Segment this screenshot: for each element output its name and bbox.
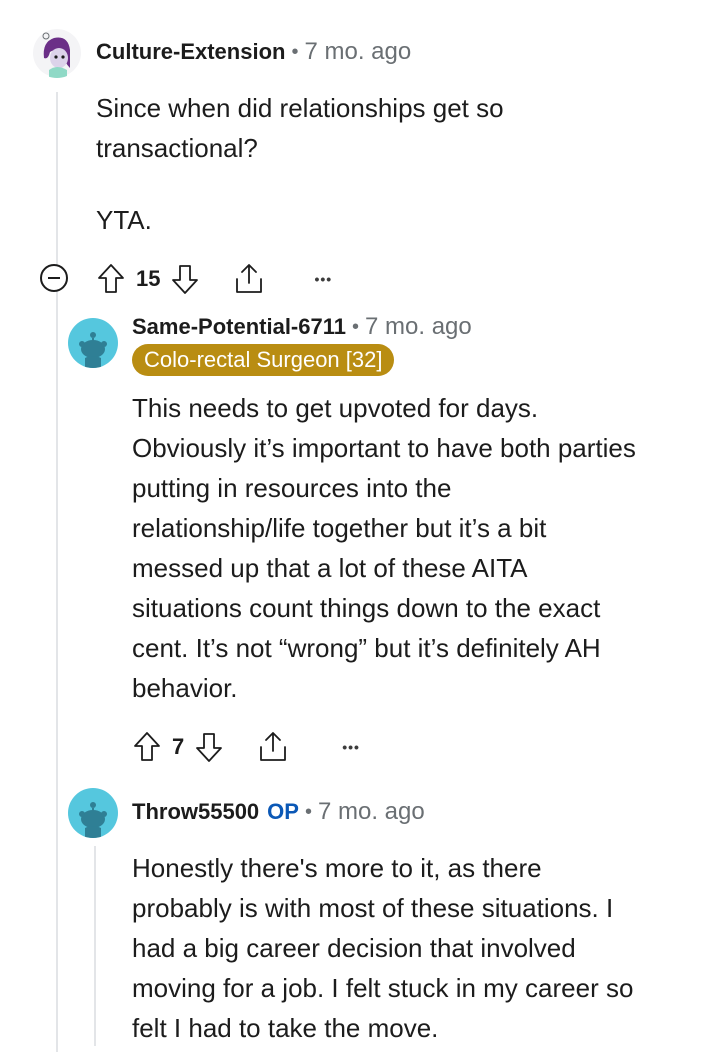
thread-line-reply [94, 846, 96, 1046]
comment-header: Culture-Extension • 7 mo. ago [96, 36, 411, 68]
timestamp[interactable]: 7 mo. ago [365, 313, 472, 341]
user-flair: Colo-rectal Surgeon [32] [132, 344, 395, 376]
downvote-icon[interactable] [170, 262, 200, 296]
comment-actions: 7 ••• [132, 728, 360, 766]
avatar[interactable] [32, 28, 82, 78]
comment-body: Honestly there's more to it, as there pr… [132, 853, 634, 1043]
user-avatar-icon [33, 29, 81, 78]
comment-body: This needs to get upvoted for days. Obvi… [132, 393, 636, 703]
downvote-icon[interactable] [194, 730, 224, 764]
timestamp[interactable]: 7 mo. ago [318, 798, 425, 826]
snoo-avatar-icon [79, 802, 107, 838]
snoo-avatar-icon [79, 332, 107, 368]
username[interactable]: Same-Potential-6711 [132, 314, 346, 340]
username[interactable]: Culture-Extension [96, 39, 285, 65]
username[interactable]: Throw55500 [132, 799, 259, 825]
op-badge: OP [267, 799, 299, 824]
share-icon[interactable] [256, 729, 290, 765]
separator-dot: • [351, 315, 359, 338]
collapse-thread-button[interactable] [40, 264, 68, 292]
upvote-icon[interactable] [96, 262, 126, 296]
comment-body: Since when did relationships get so tran… [96, 93, 504, 235]
minus-icon [48, 277, 60, 279]
avatar[interactable] [68, 318, 118, 368]
more-options-icon[interactable]: ••• [314, 271, 332, 287]
separator-dot: • [304, 800, 312, 823]
vote-count: 7 [172, 734, 185, 759]
comment-header: Same-Potential-6711 • 7 mo. ago [132, 311, 472, 343]
more-options-icon[interactable]: ••• [342, 739, 360, 755]
comment-actions: 15 ••• [96, 260, 332, 298]
vote-count: 15 [136, 266, 161, 291]
share-icon[interactable] [232, 261, 266, 297]
upvote-icon[interactable] [132, 730, 162, 764]
avatar[interactable] [68, 788, 118, 838]
comment-header: Throw55500 OP • 7 mo. ago [132, 796, 425, 828]
timestamp[interactable]: 7 mo. ago [304, 38, 411, 66]
thread-line-root [56, 92, 58, 1052]
separator-dot: • [291, 40, 299, 63]
